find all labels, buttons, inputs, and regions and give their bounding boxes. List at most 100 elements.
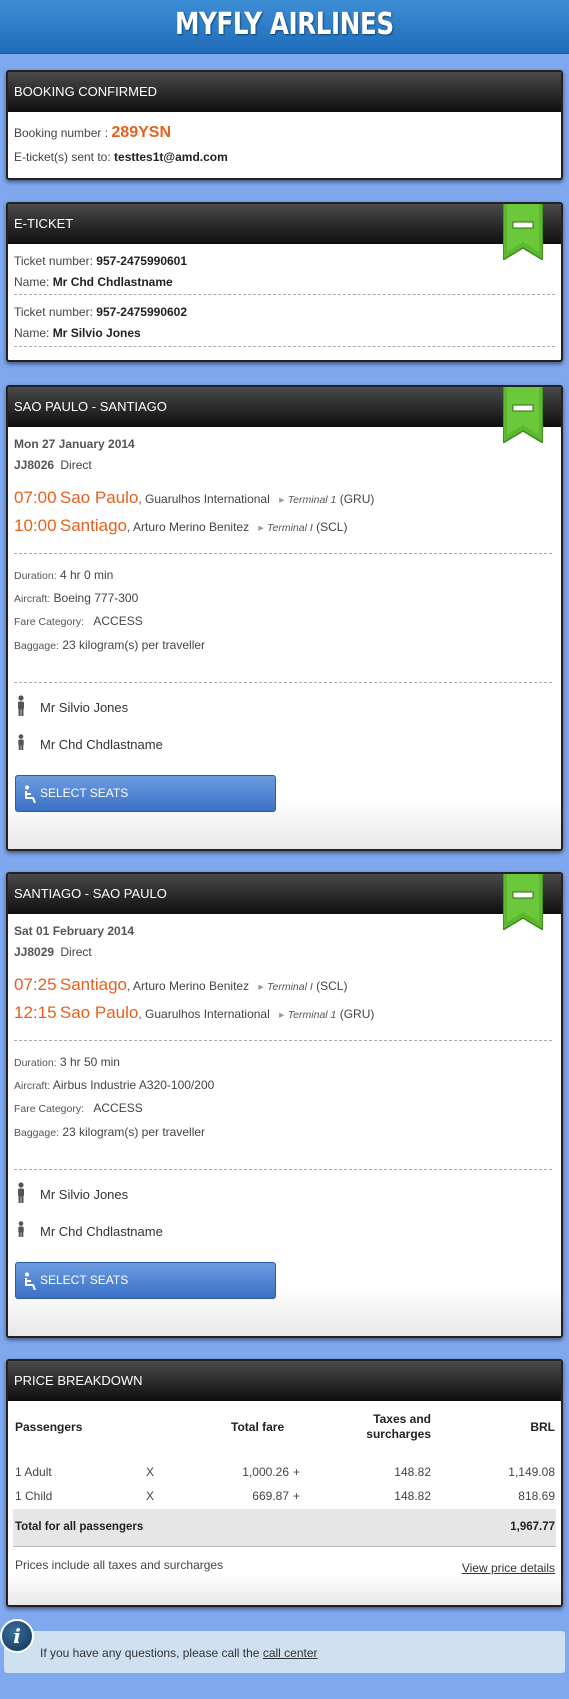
flight-heading: SANTIAGO - SAO PAULO (8, 874, 561, 914)
seat-icon (25, 1272, 36, 1290)
departure-airport: , Arturo Merino Benitez (127, 979, 250, 993)
col-passengers: Passengers (15, 1420, 83, 1434)
departure-city: Sao Paulo (59, 488, 139, 507)
call-center-link[interactable]: call center (263, 1646, 318, 1660)
flight-date: Mon 27 January 2014 (14, 437, 135, 451)
select-seats-button[interactable]: SELECT SEATS (15, 1262, 276, 1299)
help-info-box: If you have any questions, please call t… (4, 1631, 565, 1673)
departure-code: (SCL) (316, 979, 348, 993)
divider (14, 346, 555, 347)
eticket-heading: E-TICKET (8, 204, 561, 244)
col-taxes: Taxes and surcharges (366, 1412, 431, 1442)
flight-number: JJ8029 (14, 945, 55, 959)
collapse-ribbon-icon[interactable] (503, 202, 543, 260)
divider (14, 682, 552, 683)
arrival-airport: , Guarulhos International (138, 1007, 270, 1021)
ticket-name: Mr Chd Chdlastname (52, 275, 173, 289)
departure-city: Santiago (59, 975, 128, 994)
aircraft-value: Airbus Industrie A320-100/200 (52, 1078, 215, 1092)
price-breakdown-heading: PRICE BREAKDOWN (8, 1361, 561, 1401)
arrow-right-icon: ▸ (258, 522, 264, 534)
arrival-time: 10:00 (14, 516, 57, 535)
booking-number-label: Booking number : (14, 126, 109, 140)
baggage-value: 23 kilogram(s) per traveller (62, 1125, 206, 1139)
row-taxes: 148.82 (394, 1465, 431, 1479)
flight-panel-return: SANTIAGO - SAO PAULO Sat 01 February 201… (6, 872, 563, 1338)
col-taxes-line2: surcharges (366, 1427, 431, 1441)
row-taxes: 148.82 (394, 1489, 431, 1503)
arrival-code: (SCL) (316, 520, 348, 534)
fare-category-label: Fare Category: (14, 1103, 85, 1115)
arrival-terminal: Terminal 1 (287, 1009, 337, 1021)
collapse-ribbon-icon[interactable] (503, 872, 543, 930)
view-price-details-link[interactable]: View price details (462, 1561, 555, 1575)
info-icon: i (0, 1619, 34, 1653)
select-seats-label: SELECT SEATS (40, 1273, 129, 1287)
arrival-code: (GRU) (339, 1007, 375, 1021)
departure-time: 07:00 (14, 488, 57, 507)
ticket-number-label: Ticket number: (14, 254, 93, 268)
ticket-name-label: Name: (14, 275, 50, 289)
fare-category-value: ACCESS (93, 614, 143, 628)
col-taxes-line1: Taxes and (373, 1412, 431, 1426)
child-passenger-icon (18, 1221, 24, 1237)
booking-confirmed-panel: BOOKING CONFIRMED Booking number : 289YS… (6, 70, 563, 180)
divider (14, 1169, 552, 1170)
help-text: If you have any questions, please call t… (40, 1646, 263, 1660)
passenger-name: Mr Silvio Jones (40, 700, 129, 715)
booking-number: 289YSN (111, 124, 171, 141)
price-breakdown-panel: PRICE BREAKDOWN Passengers Total fare Ta… (6, 1359, 563, 1607)
collapse-ribbon-icon[interactable] (503, 385, 543, 443)
divider (14, 553, 552, 554)
eticket-email: testtes1t@amd.com (114, 150, 228, 164)
duration-label: Duration: (14, 1057, 57, 1069)
flight-heading: SAO PAULO - SANTIAGO (8, 387, 561, 427)
flight-panel-outbound: SAO PAULO - SANTIAGO Mon 27 January 2014… (6, 385, 563, 851)
row-fare: 1,000.26 (242, 1465, 289, 1479)
aircraft-label: Aircraft: (14, 1080, 51, 1092)
ticket-name: Mr Silvio Jones (52, 326, 141, 340)
arrow-right-icon: ▸ (279, 1009, 285, 1021)
row-fare: 669.87 (252, 1489, 289, 1503)
baggage-value: 23 kilogram(s) per traveller (62, 638, 206, 652)
departure-time: 07:25 (14, 975, 57, 994)
row-times: X (146, 1465, 155, 1479)
arrow-right-icon: ▸ (279, 494, 285, 506)
eticket-sent-label: E-ticket(s) sent to: (14, 150, 111, 164)
app-header: MYFLY AIRLINES (0, 0, 569, 54)
arrival-city: Sao Paulo (59, 1003, 139, 1022)
departure-terminal: Terminal 1 (287, 494, 337, 506)
ticket-number: 957-2475990601 (96, 254, 188, 268)
flight-date: Sat 01 February 2014 (14, 924, 135, 938)
adult-passenger-icon (18, 1182, 24, 1203)
flight-stops: Direct (60, 945, 92, 959)
ticket-number: 957-2475990602 (96, 305, 188, 319)
select-seats-button[interactable]: SELECT SEATS (15, 775, 276, 812)
fare-category-label: Fare Category: (14, 616, 85, 628)
departure-airport: , Guarulhos International (138, 492, 270, 506)
passenger-name: Mr Silvio Jones (40, 1187, 129, 1202)
row-plus: + (293, 1465, 301, 1479)
duration-value: 3 hr 50 min (59, 1055, 120, 1069)
passenger-name: Mr Chd Chdlastname (40, 1224, 163, 1239)
duration-value: 4 hr 0 min (59, 568, 114, 582)
ticket-name-label: Name: (14, 326, 50, 340)
aircraft-value: Boeing 777-300 (53, 591, 139, 605)
row-total: 1,149.08 (508, 1465, 555, 1479)
arrival-city: Santiago (59, 516, 128, 535)
adult-passenger-icon (18, 695, 24, 716)
divider (14, 1040, 552, 1041)
eticket-panel: E-TICKET Ticket number: 957-2475990601 N… (6, 202, 563, 362)
row-total: 818.69 (518, 1489, 555, 1503)
arrow-right-icon: ▸ (258, 981, 264, 993)
seat-icon (25, 785, 36, 803)
ticket-number-label: Ticket number: (14, 305, 93, 319)
arrival-airport: , Arturo Merino Benitez (127, 520, 250, 534)
fare-category-value: ACCESS (93, 1101, 143, 1115)
row-plus: + (293, 1489, 301, 1503)
baggage-label: Baggage: (14, 1127, 59, 1139)
col-currency: BRL (530, 1420, 555, 1434)
price-note: Prices include all taxes and surcharges (15, 1558, 224, 1572)
col-total-fare: Total fare (231, 1420, 285, 1434)
child-passenger-icon (18, 734, 24, 750)
